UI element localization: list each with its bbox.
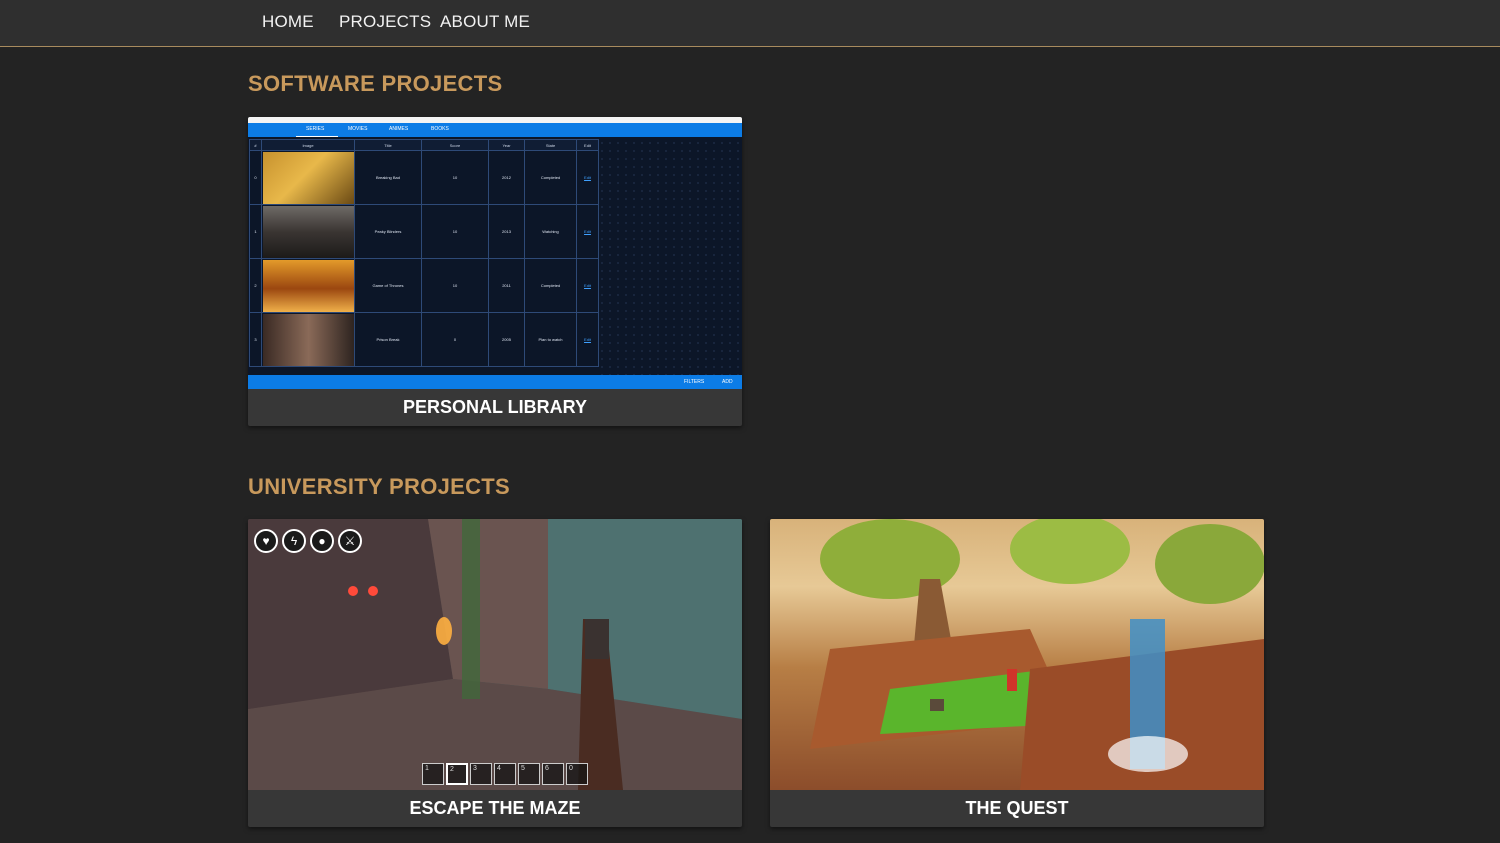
row-edit-link: Edit — [576, 204, 599, 259]
glowing-eye-left — [348, 586, 358, 596]
drop-icon: ● — [310, 529, 334, 553]
player-character — [1007, 669, 1017, 691]
table-row: 3 Prison Break 0 2005 Plan to watch Edit — [249, 312, 599, 367]
axe-head — [585, 619, 609, 659]
column-header: Title — [354, 139, 422, 151]
card-title: PERSONAL LIBRARY — [402, 397, 588, 417]
library-tab-bar: SERIES MOVIES ANIMES BOOKS — [248, 123, 742, 137]
the-quest-card[interactable]: THE QUEST — [770, 519, 1264, 827]
column-header: Image — [261, 139, 355, 151]
poster-cell — [261, 312, 355, 367]
nav-projects-link[interactable]: PROJECTS — [339, 12, 431, 32]
university-projects-heading: UNIVERSITY PROJECTS — [248, 474, 511, 499]
tree-canopy — [1155, 524, 1264, 604]
row-title: Game of Thrones — [354, 258, 422, 313]
waterfall-splash — [1108, 736, 1188, 772]
card-title: ESCAPE THE MAZE — [409, 798, 581, 818]
hotbar-slot: 3 — [470, 763, 492, 785]
card-title: THE QUEST — [965, 798, 1069, 818]
filters-action: FILTERS — [684, 379, 705, 385]
hotbar-slot-selected: 2 — [446, 763, 468, 785]
row-index: 2 — [249, 258, 262, 313]
hotbar-slot: 5 — [518, 763, 540, 785]
row-score: 10 — [421, 150, 489, 205]
row-score: 10 — [421, 204, 489, 259]
column-header: State — [524, 139, 577, 151]
top-navigation: HOME PROJECTS ABOUT ME — [0, 0, 1500, 47]
column-header: Edit — [576, 139, 599, 151]
glowing-eye-right — [368, 586, 378, 596]
column-header: # — [249, 139, 262, 151]
row-state: Completed — [524, 150, 577, 205]
row-year: 2012 — [488, 150, 525, 205]
hotbar-slot: 1 — [422, 763, 444, 785]
row-state: Completed — [524, 258, 577, 313]
maze-scene — [248, 519, 742, 790]
nav-home-link[interactable]: HOME — [262, 12, 314, 32]
row-title: Breaking Bad — [354, 150, 422, 205]
row-edit-link: Edit — [576, 150, 599, 205]
the-quest-screenshot — [770, 519, 1264, 790]
software-projects-heading: SOFTWARE PROJECTS — [248, 71, 503, 96]
torch-flame — [436, 617, 452, 645]
personal-library-screenshot: SERIES MOVIES ANIMES BOOKS # Image Title… — [248, 117, 742, 389]
treasure-chest — [930, 699, 944, 711]
table-row: 1 Peaky Blinders 10 2013 Watching Edit — [249, 204, 599, 259]
row-title: Prison Break — [354, 312, 422, 367]
hotbar-slot: 4 — [494, 763, 516, 785]
tab-series: SERIES — [306, 126, 325, 132]
hotbar-slot: 0 — [566, 763, 588, 785]
row-year: 2011 — [488, 258, 525, 313]
row-index: 0 — [249, 150, 262, 205]
row-state: Plan to watch — [524, 312, 577, 367]
heart-icon: ♥ — [254, 529, 278, 553]
table-row: 0 Breaking Bad 10 2012 Completed Edit — [249, 150, 599, 205]
hotbar-slot: 6 — [542, 763, 564, 785]
inventory-hotbar: 1 2 3 4 5 6 0 — [422, 763, 588, 787]
row-index: 1 — [249, 204, 262, 259]
row-score: 0 — [421, 312, 489, 367]
poster-cell — [261, 150, 355, 205]
tab-movies: MOVIES — [348, 126, 368, 132]
poster-image — [262, 151, 354, 204]
escape-the-maze-card[interactable]: ♥ ϟ ● ⚔ 1 2 3 4 5 6 0 ESCAPE THE MAZE — [248, 519, 742, 827]
right-wall — [548, 519, 742, 719]
poster-cell — [261, 258, 355, 313]
lightning-icon: ϟ — [282, 529, 306, 553]
tree-canopy — [1010, 519, 1130, 584]
add-action: ADD — [722, 379, 733, 385]
active-tab-underline — [296, 136, 338, 137]
row-score: 10 — [421, 258, 489, 313]
poster-image — [262, 313, 354, 366]
row-index: 3 — [249, 312, 262, 367]
row-year: 2013 — [488, 204, 525, 259]
row-title: Peaky Blinders — [354, 204, 422, 259]
hanging-vines — [462, 519, 480, 699]
personal-library-card[interactable]: SERIES MOVIES ANIMES BOOKS # Image Title… — [248, 117, 742, 426]
row-state: Watching — [524, 204, 577, 259]
escape-the-maze-screenshot: ♥ ϟ ● ⚔ 1 2 3 4 5 6 0 — [248, 519, 742, 790]
row-year: 2005 — [488, 312, 525, 367]
library-bottom-bar: FILTERS ADD — [248, 375, 742, 389]
row-edit-link: Edit — [576, 258, 599, 313]
poster-cell — [261, 204, 355, 259]
column-header: Year — [488, 139, 525, 151]
nav-about-me-link[interactable]: ABOUT ME — [440, 12, 530, 32]
quest-scene — [810, 519, 1264, 790]
tab-books: BOOKS — [431, 126, 449, 132]
background-grid — [598, 139, 742, 375]
sword-icon: ⚔ — [338, 529, 362, 553]
column-header: Score — [421, 139, 489, 151]
table-row: 2 Game of Thrones 10 2011 Completed Edit — [249, 258, 599, 313]
tab-animes: ANIMES — [389, 126, 409, 132]
poster-image — [262, 205, 354, 258]
row-edit-link: Edit — [576, 312, 599, 367]
series-table: # Image Title Score Year State Edit 0 Br… — [249, 139, 599, 367]
poster-image — [262, 259, 354, 312]
